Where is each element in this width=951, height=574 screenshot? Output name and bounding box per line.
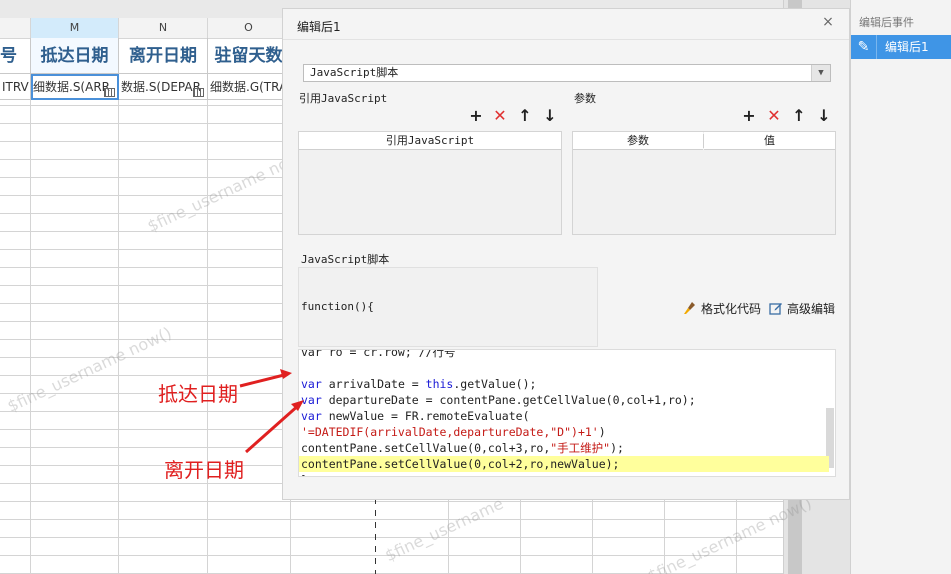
broom-icon <box>683 301 697 315</box>
script-type-select[interactable]: JavaScript脚本 ▼ <box>303 64 831 82</box>
column-header-m[interactable]: M <box>31 18 119 38</box>
code-token: var <box>301 393 322 407</box>
code-token: contentPane.setCellValue(0,col+2,ro,newV… <box>301 457 620 471</box>
header-cell-departure[interactable]: 离开日期 <box>119 38 208 74</box>
grid-vline <box>30 100 31 574</box>
edit-icon <box>769 301 783 315</box>
close-icon[interactable]: × <box>817 11 839 33</box>
calendar-icon[interactable] <box>193 88 204 97</box>
data-cell-stay-days[interactable]: 细数据.G(TRA <box>208 74 290 100</box>
code-token: ) <box>598 425 606 439</box>
code-line[interactable]: '=DATEDIF(arrivalDate,departureDate,"D")… <box>299 424 829 440</box>
param-value-column-header: 值 <box>704 132 835 150</box>
data-cell-arrival[interactable]: 细数据.S(ARR <box>31 74 119 100</box>
code-token: '=DATEDIF(arrivalDate,departureDate,"D")… <box>301 425 599 439</box>
move-down-param-button[interactable]: ↓ <box>815 107 833 125</box>
function-header-box: function(){ <box>298 267 598 347</box>
code-token: var <box>301 409 322 423</box>
column-header-n[interactable]: N <box>119 18 208 38</box>
code-line[interactable]: var arrivalDate = this.getValue(); <box>299 376 829 392</box>
header-cell-number[interactable]: 号 <box>0 38 31 74</box>
code-line[interactable]: contentPane.setCellValue(0,col+2,ro,newV… <box>299 456 829 472</box>
dialog-title: 编辑后1 <box>297 20 341 34</box>
event-item-label: 编辑后1 <box>885 40 929 54</box>
dialog-divider <box>283 39 849 40</box>
format-code-label: 格式化代码 <box>701 302 762 316</box>
cell-formula: 数据.S(DEPAR <box>121 80 201 94</box>
header-cell-stay-days[interactable]: 驻留天数 <box>208 38 290 74</box>
script-label: JavaScript脚本 <box>301 253 390 266</box>
event-editor-dialog: 编辑后1 × JavaScript脚本 ▼ 引用JavaScript + ✕ ↑… <box>282 8 850 500</box>
move-down-ref-js-button[interactable]: ↓ <box>541 107 559 125</box>
code-line[interactable]: } <box>299 472 829 476</box>
ref-js-list[interactable]: 引用JavaScript <box>298 131 562 235</box>
code-token: .getValue(); <box>453 377 537 391</box>
delete-param-button[interactable]: ✕ <box>765 107 783 125</box>
code-line[interactable] <box>299 360 829 376</box>
format-code-button[interactable]: 格式化代码 <box>683 300 761 317</box>
code-token: newValue = FR.remoteEvaluate( <box>321 409 530 423</box>
params-table[interactable]: 参数 值 <box>572 131 836 235</box>
column-header-o[interactable]: O <box>208 18 290 38</box>
annotation-departure: 离开日期 <box>164 458 244 482</box>
code-token: var <box>301 377 322 391</box>
code-token: contentPane.setCellValue(0,col+3,ro, <box>301 441 551 455</box>
column-header-l[interactable] <box>0 18 31 38</box>
header-cell-arrival[interactable]: 抵达日期 <box>31 38 119 74</box>
grid-vline <box>207 100 208 574</box>
code-token: var ro = cr.row; //行号 <box>301 349 456 359</box>
code-token: ); <box>610 441 624 455</box>
code-editor[interactable]: var ro = cr.row; //行号 var arrivalDate = t… <box>298 349 836 477</box>
advanced-edit-button[interactable]: 高级编辑 <box>769 300 835 317</box>
grid-vline <box>520 500 521 574</box>
data-cell-number[interactable]: ITRV <box>0 74 31 100</box>
code-line[interactable]: var departureDate = contentPane.getCellV… <box>299 392 829 408</box>
code-line[interactable]: contentPane.setCellValue(0,col+3,ro,"手工维… <box>299 440 829 456</box>
function-header: function(){ <box>301 300 374 313</box>
ref-js-label: 引用JavaScript <box>299 92 388 105</box>
cell-formula: 细数据.S(ARR <box>33 80 110 94</box>
grid-vline <box>592 500 593 574</box>
code-token: this <box>425 377 454 391</box>
chevron-down-icon[interactable]: ▼ <box>811 65 830 81</box>
event-list-title: 编辑后事件 <box>859 16 914 29</box>
move-up-ref-js-button[interactable]: ↑ <box>516 107 534 125</box>
code-token: departureDate = contentPane.getCellValue… <box>321 393 696 407</box>
script-type-value: JavaScript脚本 <box>310 66 399 79</box>
code-line[interactable]: var ro = cr.row; //行号 <box>299 349 829 360</box>
calendar-icon[interactable] <box>104 88 115 97</box>
event-list-panel: 编辑后事件 ✎ 编辑后1 <box>850 0 951 574</box>
advanced-edit-label: 高级编辑 <box>787 302 836 316</box>
code-line[interactable]: var newValue = FR.remoteEvaluate( <box>299 408 829 424</box>
move-up-param-button[interactable]: ↑ <box>790 107 808 125</box>
add-ref-js-button[interactable]: + <box>467 107 485 125</box>
ref-js-column-header: 引用JavaScript <box>299 132 561 150</box>
data-cell-departure[interactable]: 数据.S(DEPAR <box>119 74 208 100</box>
event-item-edit-after[interactable]: ✎ 编辑后1 <box>851 35 951 59</box>
code-token: "手工维护" <box>550 441 611 455</box>
grid-vline <box>118 100 119 574</box>
code-token: } <box>301 473 308 476</box>
pencil-icon: ✎ <box>851 35 877 59</box>
params-label: 参数 <box>574 92 596 105</box>
param-name-column-header: 参数 <box>573 132 703 150</box>
annotation-arrival: 抵达日期 <box>158 382 238 406</box>
delete-ref-js-button[interactable]: ✕ <box>491 107 509 125</box>
add-param-button[interactable]: + <box>740 107 758 125</box>
code-token: arrivalDate = <box>321 377 426 391</box>
